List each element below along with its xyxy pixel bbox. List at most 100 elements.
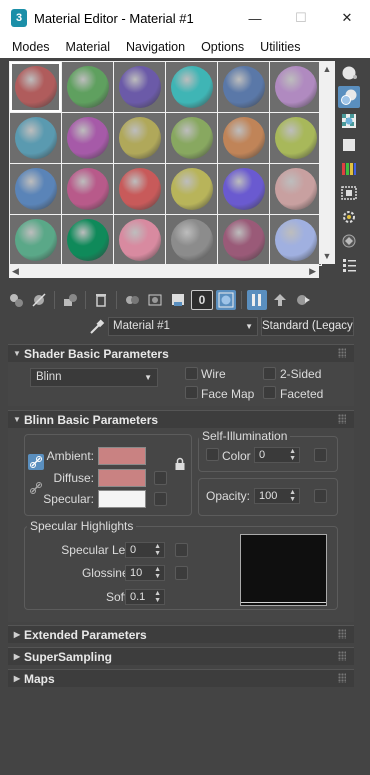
maximize-button[interactable]: ☐	[278, 0, 324, 36]
spinner-arrows-icon[interactable]: ▲ ▼	[154, 543, 161, 557]
opacity-spinner[interactable]: 100 ▲ ▼	[254, 488, 300, 504]
rollout-supersampling[interactable]: ▶ SuperSampling	[8, 647, 354, 665]
sample-type-icon[interactable]	[338, 62, 360, 84]
shader-type-dropdown[interactable]: Blinn ▼	[30, 368, 158, 387]
video-color-check-icon[interactable]	[338, 158, 360, 180]
specular-level-spinner[interactable]: 0 ▲ ▼	[125, 542, 165, 558]
sample-slot[interactable]	[218, 215, 269, 265]
material-navigator-icon[interactable]	[338, 254, 360, 276]
scroll-left-icon[interactable]: ◀	[12, 266, 19, 277]
uv-tiling-icon[interactable]	[338, 134, 360, 156]
eyedropper-icon[interactable]	[88, 318, 106, 336]
glossiness-map-button[interactable]	[175, 566, 188, 580]
material-name-dropdown[interactable]: Material #1 ▼	[108, 317, 258, 336]
assign-material-icon[interactable]	[60, 290, 80, 310]
sample-slot[interactable]	[10, 113, 61, 163]
lock-icon[interactable]	[172, 456, 188, 472]
spinner-arrows-icon[interactable]: ▲ ▼	[289, 448, 296, 462]
minimize-button[interactable]: —	[232, 0, 278, 36]
self-illum-spinner[interactable]: 0 ▲ ▼	[254, 447, 300, 463]
sample-slot[interactable]	[114, 62, 165, 112]
drag-grip-icon[interactable]	[338, 414, 346, 424]
make-unique-icon[interactable]	[122, 290, 142, 310]
sample-slot[interactable]	[114, 164, 165, 214]
spinner-arrows-icon[interactable]: ▲ ▼	[154, 566, 161, 580]
ambient-color-swatch[interactable]	[98, 447, 146, 465]
specular-color-swatch[interactable]	[98, 490, 146, 508]
wire-label: Wire	[201, 367, 226, 381]
toolbar-separator	[85, 291, 86, 309]
sample-slot[interactable]	[270, 62, 321, 112]
menu-utilities[interactable]: Utilities	[252, 40, 308, 54]
sample-slot[interactable]	[218, 113, 269, 163]
two-sided-checkbox[interactable]	[263, 367, 276, 380]
rollout-maps[interactable]: ▶ Maps	[8, 669, 354, 687]
sample-slot[interactable]	[166, 113, 217, 163]
go-to-parent-icon[interactable]	[270, 290, 290, 310]
reset-map-icon[interactable]	[91, 290, 111, 310]
show-map-in-viewport-button[interactable]: 0	[191, 290, 213, 310]
scroll-right-icon[interactable]: ▶	[309, 266, 316, 277]
make-preview-icon[interactable]	[338, 182, 360, 204]
menu-material[interactable]: Material	[58, 40, 118, 54]
self-illum-color-checkbox[interactable]	[206, 448, 219, 461]
sample-slot[interactable]	[62, 215, 113, 265]
select-by-material-icon[interactable]	[338, 230, 360, 252]
menu-options[interactable]: Options	[193, 40, 252, 54]
face-map-checkbox[interactable]	[185, 386, 198, 399]
slots-vertical-scrollbar[interactable]: ▲ ▼	[319, 61, 335, 264]
menu-modes[interactable]: Modes	[4, 40, 58, 54]
menu-navigation[interactable]: Navigation	[118, 40, 193, 54]
diffuse-color-swatch[interactable]	[98, 469, 146, 487]
sample-slot[interactable]	[218, 62, 269, 112]
backlight-icon[interactable]	[338, 86, 360, 108]
sample-slot[interactable]	[62, 62, 113, 112]
drag-grip-icon[interactable]	[338, 629, 346, 639]
glossiness-spinner[interactable]: 10 ▲ ▼	[125, 565, 165, 581]
close-button[interactable]: ✕	[324, 0, 370, 36]
sample-slot[interactable]	[114, 113, 165, 163]
scroll-down-icon[interactable]: ▼	[323, 251, 332, 261]
scroll-up-icon[interactable]: ▲	[323, 64, 332, 74]
rollout-shader-basic-parameters[interactable]: ▼ Shader Basic Parameters	[8, 344, 354, 362]
sample-slot[interactable]	[62, 164, 113, 214]
rollout-blinn-basic-parameters[interactable]: ▼ Blinn Basic Parameters	[8, 410, 354, 428]
drag-grip-icon[interactable]	[338, 348, 346, 358]
sample-slot[interactable]	[114, 215, 165, 265]
opacity-map-button[interactable]	[314, 489, 327, 503]
soften-spinner[interactable]: 0.1 ▲ ▼	[125, 589, 165, 605]
specular-level-map-button[interactable]	[175, 543, 188, 557]
faceted-checkbox[interactable]	[263, 386, 276, 399]
drag-grip-icon[interactable]	[338, 673, 346, 683]
self-illum-map-button[interactable]	[314, 448, 327, 462]
slots-horizontal-scrollbar[interactable]: ◀ ▶	[9, 264, 319, 278]
background-icon[interactable]	[338, 110, 360, 132]
sample-slot[interactable]	[270, 113, 321, 163]
wire-checkbox[interactable]	[185, 367, 198, 380]
spinner-arrows-icon[interactable]: ▲ ▼	[289, 489, 296, 503]
sample-slot[interactable]	[218, 164, 269, 214]
options-icon[interactable]	[338, 206, 360, 228]
go-forward-to-sibling-icon[interactable]	[293, 290, 313, 310]
sample-slot[interactable]	[166, 62, 217, 112]
rollout-extended-parameters[interactable]: ▶ Extended Parameters	[8, 625, 354, 643]
put-material-to-scene-icon[interactable]	[29, 290, 49, 310]
get-material-icon[interactable]	[6, 290, 26, 310]
sample-slot[interactable]	[10, 62, 61, 112]
specular-map-button[interactable]	[154, 492, 167, 506]
sample-slot[interactable]	[270, 164, 321, 214]
sample-slot[interactable]	[270, 215, 321, 265]
diffuse-map-button[interactable]	[154, 471, 167, 485]
put-to-library-icon[interactable]	[145, 290, 165, 310]
material-id-channel-icon[interactable]	[168, 290, 188, 310]
material-type-button[interactable]: Standard (Legacy)	[261, 317, 354, 336]
sample-slot[interactable]	[10, 215, 61, 265]
sample-slot[interactable]	[166, 164, 217, 214]
sample-slot[interactable]	[10, 164, 61, 214]
show-shaded-material-icon[interactable]	[216, 290, 236, 310]
show-end-result-icon[interactable]	[247, 290, 267, 310]
sample-slot[interactable]	[166, 215, 217, 265]
sample-slot[interactable]	[62, 113, 113, 163]
drag-grip-icon[interactable]	[338, 651, 346, 661]
spinner-arrows-icon[interactable]: ▲ ▼	[154, 590, 161, 604]
